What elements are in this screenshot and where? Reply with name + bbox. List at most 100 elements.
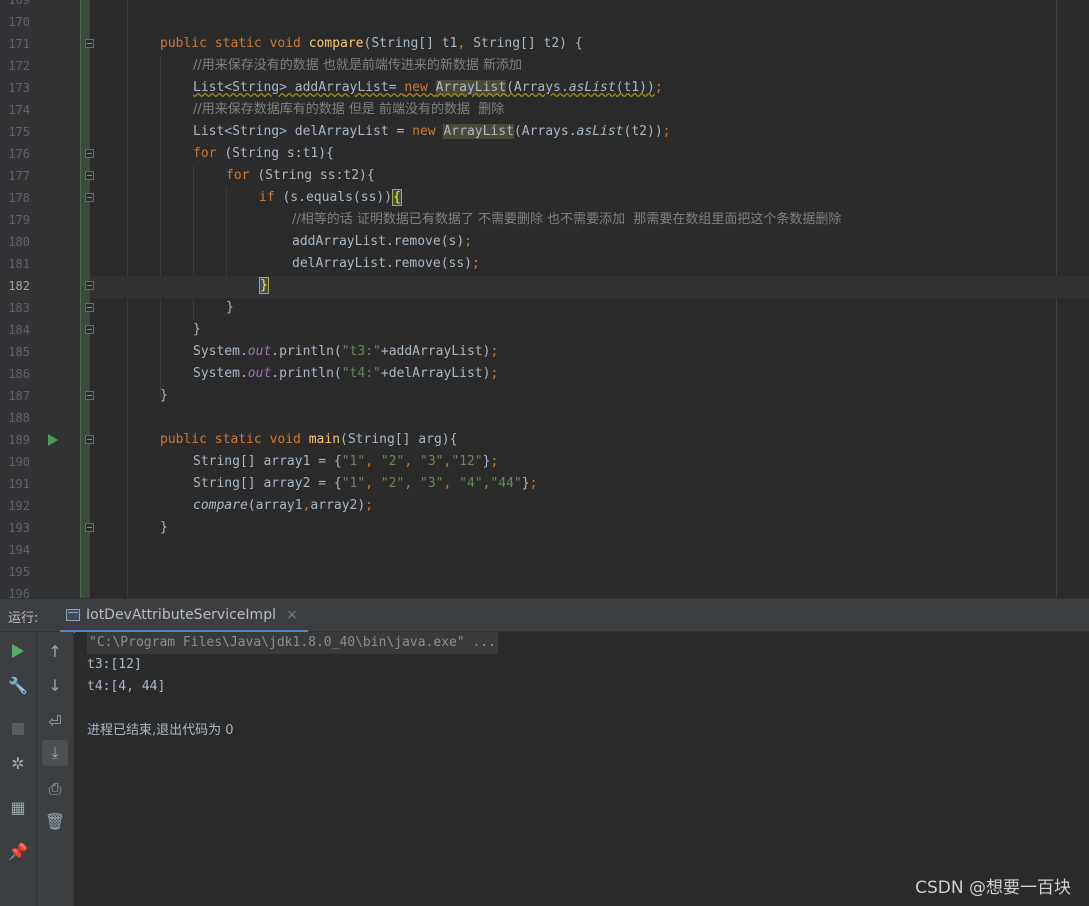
code-line: 183} xyxy=(0,297,1089,319)
code-token: "1" xyxy=(341,476,366,491)
code-token: ; xyxy=(472,256,480,271)
code-token: System. xyxy=(193,366,248,381)
code-line: 175 List<String> delArrayList = new Array… xyxy=(0,121,1089,143)
code-token: } xyxy=(521,476,530,491)
rerun-icon[interactable] xyxy=(5,638,31,664)
fold-toggle-icon[interactable] xyxy=(85,171,94,180)
line-number: 182 xyxy=(8,279,30,293)
code-text: System.out.println("t3:"+addArrayList); xyxy=(193,341,498,363)
console-line: t4:[4, 44] xyxy=(87,679,166,694)
watermark: CSDN @想要一百块 xyxy=(915,878,1071,898)
code-text: System.out.println("t4:"+delArrayList); xyxy=(193,363,498,385)
code-line: 169 xyxy=(0,0,1089,11)
code-line: 186 System.out.println("t4:"+delArrayList… xyxy=(0,363,1089,385)
run-tab[interactable]: IotDevAttributeServiceImpl × xyxy=(60,599,308,633)
code-token: } xyxy=(259,277,269,294)
wrench-icon[interactable]: 🔧 xyxy=(5,672,31,698)
fold-toggle-icon[interactable] xyxy=(85,39,94,48)
pin-icon[interactable]: 📌 xyxy=(5,838,31,864)
code-line: 192 compare(array1,array2); xyxy=(0,495,1089,517)
line-number: 190 xyxy=(8,455,30,469)
fold-toggle-icon[interactable] xyxy=(85,435,94,444)
fold-toggle-icon[interactable] xyxy=(85,391,94,400)
code-token: .println( xyxy=(271,366,342,381)
code-line: 185 System.out.println("t3:"+addArrayList… xyxy=(0,341,1089,363)
fold-toggle-icon[interactable] xyxy=(85,303,94,312)
code-line: 170 xyxy=(0,11,1089,33)
scroll-up-icon[interactable]: ↑ xyxy=(42,638,68,664)
code-token: "2" xyxy=(380,476,405,491)
code-line: 173 List<String> addArrayList= new ArrayL… xyxy=(0,77,1089,99)
code-token: for xyxy=(193,146,225,161)
code-token: (t1)) xyxy=(615,80,655,95)
code-token: new xyxy=(412,124,444,139)
soft-wrap-icon[interactable]: ⏎ xyxy=(42,708,68,734)
code-token: out xyxy=(247,344,272,359)
line-number: 178 xyxy=(8,191,30,205)
code-line: 196 xyxy=(0,583,1089,598)
code-token: ; xyxy=(529,476,538,491)
code-text: public static void compare(String[] t1, … xyxy=(160,33,583,55)
code-token: List<String> delArrayList = xyxy=(193,124,413,139)
code-token: , xyxy=(404,476,420,491)
code-token: if xyxy=(259,190,283,205)
code-token: ArrayList xyxy=(435,80,507,95)
code-token: +delArrayList) xyxy=(380,366,491,381)
code-token: "t4:" xyxy=(341,366,381,381)
code-token: asList xyxy=(568,80,616,95)
code-text: compare(array1,array2); xyxy=(193,495,373,517)
code-text: List<String> addArrayList= new ArrayList… xyxy=(193,77,663,99)
code-token: "2" xyxy=(380,454,405,469)
line-number: 177 xyxy=(8,169,30,183)
code-token: array2) xyxy=(310,498,366,513)
console-line: 进程已结束,退出代码为 0 xyxy=(87,723,234,738)
print-icon[interactable]: ⎙ xyxy=(42,776,68,802)
layout-icon[interactable]: ▦ xyxy=(5,794,31,820)
console-output[interactable]: "C:\Program Files\Java\jdk1.8.0_40\bin\j… xyxy=(75,632,1089,906)
code-text: if (s.equals(ss)){ xyxy=(259,187,402,209)
code-line: 184} xyxy=(0,319,1089,341)
code-lines: 169 170 171 public static void compare(Stri… xyxy=(0,0,1089,598)
code-token: , xyxy=(443,476,460,491)
code-token: (s.equals(ss)) xyxy=(282,190,393,205)
line-number: 189 xyxy=(8,433,30,447)
run-toolbar-secondary: ↑ ↓ ⏎ ⤓ ⎙ 🗑 xyxy=(37,632,74,906)
code-token: (Arrays. xyxy=(506,80,569,95)
trash-icon[interactable]: 🗑 xyxy=(42,808,68,834)
code-text: } xyxy=(160,517,168,539)
fold-toggle-icon[interactable] xyxy=(85,325,94,334)
fold-toggle-icon[interactable] xyxy=(85,149,94,158)
code-editor[interactable]: 169 170 171 public static void compare(Stri… xyxy=(0,0,1089,598)
stop-icon[interactable] xyxy=(5,716,31,742)
close-icon[interactable]: × xyxy=(286,607,298,623)
fold-toggle-icon[interactable] xyxy=(85,281,94,290)
code-token: String[] array2 = { xyxy=(193,476,342,491)
code-token: //相等的话 证明数据已有数据了 不需要删除 也不需要添加 那需要在数组里面把这… xyxy=(292,212,842,227)
code-token: .println( xyxy=(271,344,342,359)
code-text: for (String ss:t2){ xyxy=(226,165,375,187)
settings-bug-icon[interactable]: ✲ xyxy=(5,750,31,776)
code-token: //用来保存数据库有的数据 但是 前端没有的数据 删除 xyxy=(193,102,505,117)
run-main-icon[interactable] xyxy=(48,434,58,446)
code-token: ; xyxy=(365,498,374,513)
code-line: 174 //用来保存数据库有的数据 但是 前端没有的数据 删除 xyxy=(0,99,1089,121)
scroll-down-icon[interactable]: ↓ xyxy=(42,672,68,698)
fold-toggle-icon[interactable] xyxy=(85,193,94,202)
code-text: List<String> delArrayList = new ArrayLis… xyxy=(193,121,670,143)
code-line: 176 for (String s:t1){ xyxy=(0,143,1089,165)
code-token: } xyxy=(160,388,168,403)
code-text: public static void main(String[] arg){ xyxy=(160,429,457,451)
code-line: 171 public static void compare(String[] t… xyxy=(0,33,1089,55)
run-toolbar-primary: 🔧 ✲ ▦ 📌 xyxy=(0,632,37,906)
scroll-to-end-icon[interactable]: ⤓ xyxy=(42,740,68,766)
line-number: 173 xyxy=(8,81,30,95)
line-number: 171 xyxy=(8,37,30,51)
code-token: System. xyxy=(193,344,248,359)
fold-toggle-icon[interactable] xyxy=(85,523,94,532)
code-token: new xyxy=(404,80,436,95)
code-token: for xyxy=(226,168,258,183)
code-text: } xyxy=(259,275,269,297)
code-token: (String[] arg){ xyxy=(340,432,458,447)
console-tab-icon xyxy=(66,608,80,621)
console-line: "C:\Program Files\Java\jdk1.8.0_40\bin\j… xyxy=(87,632,498,654)
